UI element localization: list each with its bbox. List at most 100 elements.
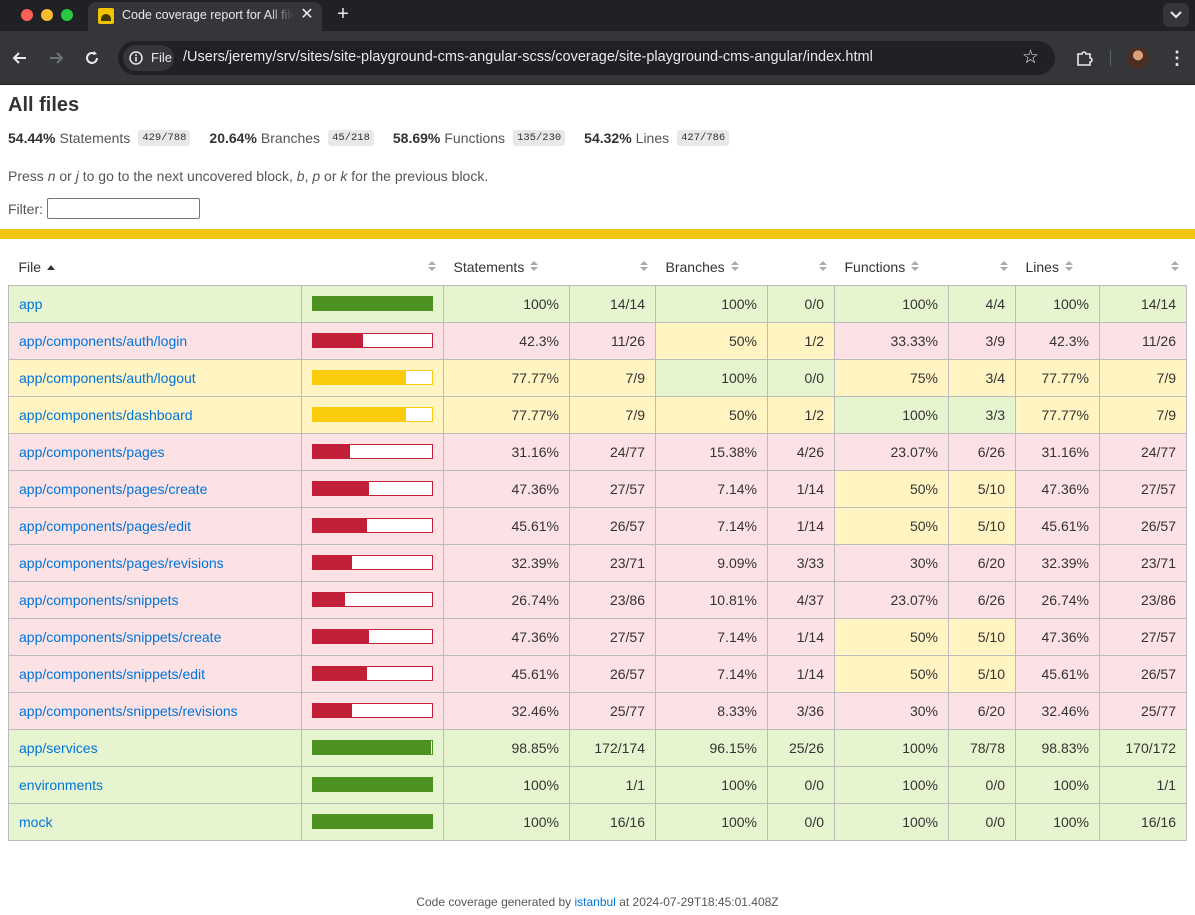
window-minimize-button[interactable]: [41, 9, 53, 21]
bookmark-star-icon[interactable]: ☆: [1022, 48, 1039, 68]
functions-pct: 100%: [834, 395, 949, 434]
close-icon[interactable]: ✕: [298, 6, 316, 24]
hint-text: for the previous block.: [351, 168, 489, 184]
sort-file-bar-header[interactable]: [302, 249, 444, 285]
lines-fraction: 11/26: [1099, 321, 1187, 360]
filter-input[interactable]: [47, 198, 200, 219]
coverage-table: File Statements Branches Functions Lines…: [8, 249, 1187, 841]
lines-pct: 100%: [1015, 284, 1100, 323]
branches-pct: 7.14%: [655, 654, 768, 693]
coverage-bar-cell: [301, 580, 444, 619]
file-link[interactable]: app/components/pages/edit: [19, 518, 191, 534]
hint-text: or: [59, 168, 72, 184]
page-title: All files: [8, 94, 80, 116]
lines-fraction: 23/71: [1099, 543, 1187, 582]
sort-file-header[interactable]: File: [9, 249, 302, 285]
coverage-bar: [312, 296, 433, 311]
summary-fraction: 45/218: [328, 130, 374, 146]
functions-fraction: 5/10: [948, 469, 1016, 508]
sort-lines-header[interactable]: Lines: [1016, 249, 1100, 285]
file-link[interactable]: app/components/pages/revisions: [19, 555, 224, 571]
table-row: app/components/snippets 26.74% 23/86 10.81%…: [8, 580, 1187, 619]
file-link[interactable]: mock: [19, 814, 52, 830]
file-link[interactable]: app/components/snippets/revisions: [19, 703, 238, 719]
tab-search-button[interactable]: [1163, 3, 1189, 27]
istanbul-link[interactable]: istanbul: [574, 895, 615, 909]
reload-icon[interactable]: [82, 48, 102, 68]
extensions-puzzle-icon[interactable]: [1075, 48, 1095, 68]
file-link[interactable]: app/components/auth/logout: [19, 370, 196, 386]
info-icon: [129, 51, 143, 65]
filter-label: Filter:: [8, 200, 43, 217]
sort-icon: [1170, 261, 1179, 273]
file-cell: app/components/dashboard: [8, 395, 302, 434]
file-cell: app/components/snippets/create: [8, 617, 302, 656]
lines-pct: 45.61%: [1015, 654, 1100, 693]
hint-text: ,: [304, 168, 309, 184]
functions-fraction: 78/78: [948, 728, 1016, 767]
sort-icon: [911, 260, 920, 273]
url-text[interactable]: /Users/jeremy/srv/sites/site-playground-…: [183, 49, 873, 65]
statements-fraction: 26/57: [569, 654, 656, 693]
coverage-bar: [312, 333, 433, 348]
file-link[interactable]: app/components/pages: [19, 444, 165, 460]
window-zoom-button[interactable]: [61, 9, 73, 21]
statements-fraction: 27/57: [569, 469, 656, 508]
coverage-bar-fill: [313, 630, 370, 643]
forward-arrow-icon[interactable]: [46, 48, 66, 68]
file-link[interactable]: app/components/auth/login: [19, 333, 187, 349]
table-row: mock 100% 16/16 100% 0/0 100% 0/0 100% 16/16: [8, 802, 1187, 841]
functions-pct: 50%: [834, 469, 949, 508]
file-cell: app/components/pages/edit: [8, 506, 302, 545]
statements-fraction: 7/9: [569, 395, 656, 434]
back-arrow-icon[interactable]: [10, 48, 30, 68]
sort-functions-raw-header[interactable]: [949, 249, 1016, 285]
sort-branches-raw-header[interactable]: [768, 249, 835, 285]
summary-pct: 58.69%: [392, 130, 441, 146]
file-link[interactable]: app/components/snippets/edit: [19, 666, 205, 682]
new-tab-button[interactable]: +: [332, 3, 354, 25]
coverage-bar: [312, 481, 433, 496]
file-link[interactable]: environments: [19, 777, 103, 793]
summary-statements: 54.44% Statements 429/788: [8, 130, 191, 146]
coverage-bar-fill: [313, 519, 368, 532]
site-info-chip[interactable]: File: [123, 45, 174, 71]
footer-prefix: Code coverage generated by: [416, 895, 572, 909]
table-row: app/components/snippets/revisions 32.46% 2…: [8, 691, 1187, 730]
table-row: app/components/snippets/create 47.36% 27/5…: [8, 617, 1187, 656]
file-link[interactable]: app/components/dashboard: [19, 407, 193, 423]
lines-pct: 77.77%: [1015, 358, 1100, 397]
sort-icon: [818, 261, 827, 273]
filter-row: Filter:: [8, 198, 200, 219]
file-cell: app/components/pages/create: [8, 469, 302, 508]
file-link[interactable]: app/components/snippets: [19, 592, 179, 608]
functions-pct: 100%: [834, 765, 949, 804]
coverage-bar-fill: [313, 297, 432, 310]
file-link[interactable]: app/services: [19, 740, 98, 756]
file-link[interactable]: app/components/snippets/create: [19, 629, 221, 645]
sort-statements-header[interactable]: Statements: [444, 249, 570, 285]
functions-pct: 50%: [834, 506, 949, 545]
active-tab[interactable]: Code coverage report for All files ✕: [88, 2, 322, 31]
profile-avatar[interactable]: [1127, 47, 1149, 69]
lines-fraction: 26/57: [1099, 506, 1187, 545]
coverage-bar-fill: [313, 593, 345, 606]
branches-fraction: 4/37: [767, 580, 835, 619]
statements-pct: 45.61%: [443, 506, 570, 545]
address-bar[interactable]: File /Users/jeremy/srv/sites/site-playgr…: [118, 41, 1055, 75]
sort-lines-raw-header[interactable]: [1100, 249, 1187, 285]
file-link[interactable]: app: [19, 296, 42, 312]
more-menu-icon[interactable]: ⋮: [1168, 47, 1186, 69]
file-cell: app/components/snippets/revisions: [8, 691, 302, 730]
sort-statements-raw-header[interactable]: [570, 249, 656, 285]
statements-fraction: 24/77: [569, 432, 656, 471]
branches-pct: 96.15%: [655, 728, 768, 767]
sort-icon: [639, 261, 648, 273]
window-close-button[interactable]: [21, 9, 33, 21]
coverage-bar-fill: [313, 482, 370, 495]
sort-functions-header[interactable]: Functions: [835, 249, 949, 285]
sort-branches-header[interactable]: Branches: [656, 249, 768, 285]
file-link[interactable]: app/components/pages/create: [19, 481, 207, 497]
functions-fraction: 3/4: [948, 358, 1016, 397]
coverage-bar-cell: [301, 654, 444, 693]
